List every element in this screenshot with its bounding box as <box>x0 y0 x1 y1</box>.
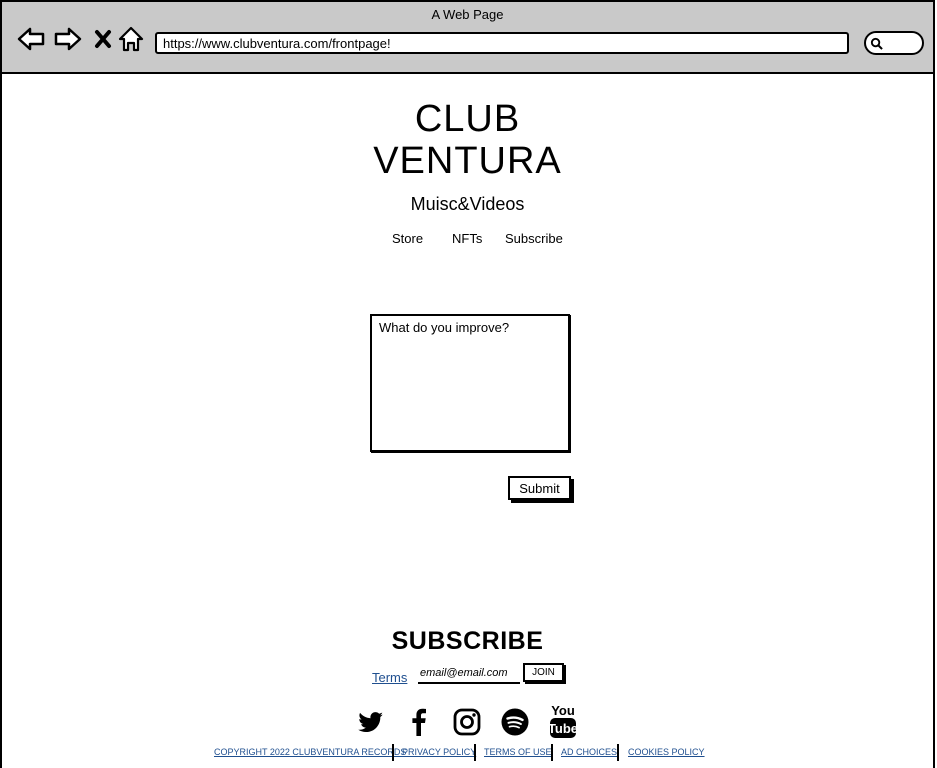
brand-line-2: VENTURA <box>373 140 562 182</box>
footer-terms-of-use-link[interactable]: TERMS OF USE <box>484 747 552 757</box>
spotify-icon[interactable] <box>499 706 531 738</box>
footer-privacy-policy-link[interactable]: PRIVACY POLICY <box>402 747 476 757</box>
email-input[interactable] <box>418 664 520 684</box>
footer-ad-choices-link[interactable]: AD CHOICES <box>561 747 617 757</box>
browser-search-box[interactable] <box>864 31 924 55</box>
home-icon[interactable] <box>116 24 146 54</box>
footer-divider <box>392 744 394 761</box>
terms-link[interactable]: Terms <box>372 670 407 685</box>
footer-divider <box>474 744 476 761</box>
nav-item-nfts[interactable]: NFTs <box>452 231 482 246</box>
nav-item-store[interactable]: Store <box>392 231 423 246</box>
top-navigation: Store NFTs Subscribe <box>387 231 577 251</box>
forward-arrow-icon[interactable] <box>53 24 83 54</box>
footer-divider <box>551 744 553 761</box>
youtube-icon[interactable]: You Tube <box>547 702 579 740</box>
window-title: A Web Page <box>431 7 504 22</box>
svg-text:You: You <box>551 703 575 718</box>
footer-links: COPYRIGHT 2022 CLUBVENTURA RECORDS PRIVA… <box>212 744 712 762</box>
url-bar[interactable]: https://www.clubventura.com/frontpage! <box>155 32 849 54</box>
twitter-icon[interactable] <box>355 706 387 738</box>
close-icon[interactable] <box>88 24 118 54</box>
brand-title: CLUB VENTURA <box>2 98 933 182</box>
join-button[interactable]: JOIN <box>523 663 564 682</box>
subscribe-heading: SUBSCRIBE <box>391 627 544 655</box>
brand-line-1: CLUB <box>414 98 521 140</box>
browser-toolbar: A Web Page https://www.clubventura.com/f… <box>2 2 933 74</box>
tagline: Muisc&Videos <box>410 194 525 214</box>
footer-cookies-policy-link[interactable]: COOKIES POLICY <box>628 747 705 757</box>
browser-window: A Web Page https://www.clubventura.com/f… <box>0 0 935 768</box>
instagram-icon[interactable] <box>451 706 483 738</box>
page-content: CLUB VENTURA Muisc&Videos Store NFTs Sub… <box>2 74 933 768</box>
feedback-textarea[interactable] <box>370 314 570 452</box>
search-icon <box>870 37 883 50</box>
back-arrow-icon[interactable] <box>16 24 46 54</box>
footer-copyright-link[interactable]: COPYRIGHT 2022 CLUBVENTURA RECORDS <box>214 747 406 757</box>
svg-text:Tube: Tube <box>548 721 578 736</box>
nav-item-subscribe[interactable]: Subscribe <box>505 231 563 246</box>
submit-button[interactable]: Submit <box>508 476 571 500</box>
facebook-icon[interactable] <box>403 706 435 738</box>
footer-divider <box>617 744 619 761</box>
